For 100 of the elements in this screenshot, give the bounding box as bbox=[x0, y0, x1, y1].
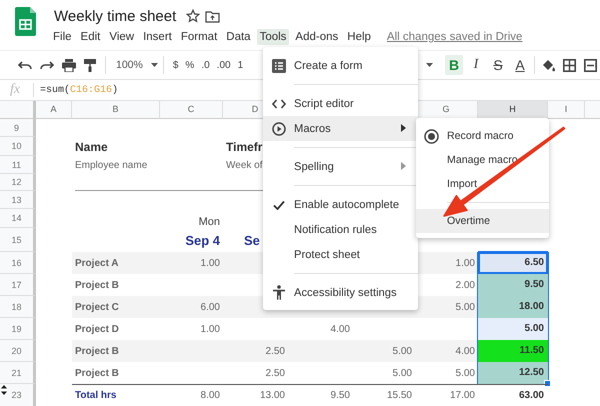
table-cell: 5.00 bbox=[392, 368, 412, 378]
row-header[interactable]: 17 bbox=[0, 274, 36, 296]
paint-bucket-icon[interactable] bbox=[541, 58, 555, 72]
menu-item[interactable]: Notification rules bbox=[263, 217, 418, 242]
caption-text: Week of bbox=[226, 160, 262, 170]
formula-field[interactable]: =sum(C16:G16) bbox=[40, 84, 118, 96]
row-header[interactable]: 21 bbox=[0, 362, 36, 384]
row-header[interactable]: 18 bbox=[0, 296, 36, 318]
menu-item[interactable]: Macros bbox=[263, 116, 418, 141]
menu-item[interactable]: Protect sheet bbox=[263, 242, 418, 267]
zoom-dropdown[interactable]: 100% bbox=[112, 57, 162, 73]
menu-item[interactable]: Tools bbox=[256, 29, 290, 45]
menu-item[interactable]: Create a form bbox=[263, 53, 418, 78]
total-cell[interactable]: 9.50 bbox=[478, 274, 548, 296]
format-button[interactable]: $ bbox=[170, 58, 182, 72]
total-cell[interactable]: 11.50 bbox=[478, 340, 548, 362]
folder-icon[interactable] bbox=[205, 10, 220, 22]
caret-icon[interactable] bbox=[426, 63, 433, 67]
row-header[interactable]: 14 bbox=[0, 209, 36, 228]
format-button[interactable]: .00 bbox=[214, 58, 234, 72]
total-cell[interactable]: 12.50 bbox=[478, 362, 548, 384]
menu-item[interactable]: Overtime bbox=[416, 209, 549, 233]
table-cell: 1.00 bbox=[456, 258, 475, 268]
menu-item[interactable]: Accessibility settings bbox=[263, 280, 418, 305]
format-button[interactable]: % bbox=[182, 58, 198, 72]
hidden-rows-arrows-icon[interactable] bbox=[1, 384, 7, 396]
menu-item[interactable]: View bbox=[106, 29, 138, 45]
menu-item[interactable]: Edit bbox=[78, 29, 104, 45]
undo-icon[interactable] bbox=[18, 60, 32, 70]
row-header[interactable]: 13 bbox=[0, 191, 36, 209]
row-header[interactable]: 11 bbox=[0, 156, 36, 174]
corner-cell[interactable] bbox=[0, 101, 36, 119]
menu-item[interactable]: Help bbox=[344, 29, 374, 45]
total-cell[interactable]: 63.00 bbox=[478, 384, 548, 406]
row-header[interactable]: 12 bbox=[0, 174, 36, 191]
column-header[interactable]: B bbox=[72, 101, 160, 119]
table-cell: 4.00 bbox=[456, 346, 475, 356]
text-style-button[interactable]: A bbox=[511, 55, 529, 75]
table-cell: 13.00 bbox=[260, 390, 285, 401]
menu-item[interactable]: Add-ons bbox=[292, 29, 342, 45]
menu-item[interactable]: Spelling bbox=[263, 154, 418, 179]
paint-roller-icon[interactable] bbox=[84, 58, 96, 72]
table-cell: 8.00 bbox=[200, 390, 220, 401]
fill-handle[interactable] bbox=[544, 380, 551, 387]
heading-text: Name bbox=[75, 140, 108, 154]
date-text: Se bbox=[244, 232, 260, 248]
column-header[interactable]: I bbox=[548, 101, 585, 119]
row-label: Project B bbox=[72, 340, 160, 362]
person-icon bbox=[272, 285, 286, 300]
format-button[interactable]: .0 bbox=[198, 58, 213, 72]
table-cell: 2.50 bbox=[266, 346, 285, 356]
sheets-logo-icon[interactable] bbox=[15, 7, 36, 36]
menu-item[interactable]: Enable autocomplete bbox=[263, 192, 418, 217]
menu-item[interactable]: Record macro bbox=[416, 124, 549, 148]
row-header[interactable]: 23 bbox=[0, 384, 36, 406]
menu-item[interactable]: Import bbox=[416, 172, 549, 196]
table-cell: 2.50 bbox=[266, 368, 285, 378]
column-header[interactable]: A bbox=[36, 101, 72, 119]
merge-cells-icon[interactable] bbox=[584, 58, 597, 72]
menu-item[interactable]: Data bbox=[223, 29, 254, 45]
menu-item[interactable]: File bbox=[50, 29, 75, 45]
column-header[interactable]: H bbox=[478, 101, 548, 119]
table-cell: 5.00 bbox=[392, 346, 412, 356]
row-header[interactable]: 19 bbox=[0, 318, 36, 340]
document-title[interactable]: Weekly time sheet bbox=[54, 8, 176, 24]
heading-text: Timefr bbox=[226, 140, 262, 154]
total-cell[interactable]: 5.00 bbox=[478, 318, 548, 340]
text-style-button[interactable]: S bbox=[489, 55, 507, 75]
caption-text: Employee name bbox=[75, 160, 148, 170]
table-cell: 4.00 bbox=[330, 324, 350, 334]
record-icon bbox=[424, 128, 439, 144]
row-header[interactable]: 20 bbox=[0, 340, 36, 362]
date-text: Sep 4 bbox=[185, 232, 220, 248]
code-icon bbox=[272, 98, 286, 108]
total-cell[interactable]: 18.00 bbox=[478, 296, 548, 318]
redo-icon[interactable] bbox=[40, 60, 54, 70]
function-label: fx bbox=[10, 82, 22, 98]
row-header[interactable]: 15 bbox=[0, 228, 36, 252]
column-header[interactable]: G bbox=[415, 101, 478, 119]
save-status-link[interactable]: All changes saved in Drive bbox=[386, 31, 522, 43]
play-circle-icon bbox=[272, 122, 286, 136]
row-header[interactable]: 10 bbox=[0, 137, 36, 156]
text-style-button[interactable]: I bbox=[467, 55, 485, 75]
star-icon[interactable] bbox=[186, 9, 200, 23]
row-header[interactable]: 9 bbox=[0, 119, 36, 137]
table-cell: 17.00 bbox=[450, 390, 475, 401]
menu-item[interactable]: Insert bbox=[140, 29, 175, 45]
print-icon[interactable] bbox=[62, 58, 76, 72]
format-button[interactable]: 1 bbox=[234, 58, 246, 72]
row-label: Project B bbox=[74, 366, 120, 380]
text-style-button[interactable]: B bbox=[445, 55, 463, 75]
table-cell: 2.00 bbox=[456, 280, 475, 290]
menu-item[interactable]: Format bbox=[178, 29, 220, 45]
table-cell: 1.00 bbox=[200, 258, 220, 268]
table-cell: 6.00 bbox=[200, 302, 220, 312]
borders-icon[interactable] bbox=[563, 58, 576, 72]
row-header[interactable]: 16 bbox=[0, 252, 36, 274]
total-cell[interactable]: 6.50 bbox=[478, 252, 548, 274]
column-header[interactable]: C bbox=[160, 101, 223, 119]
column-header-background bbox=[585, 101, 600, 119]
